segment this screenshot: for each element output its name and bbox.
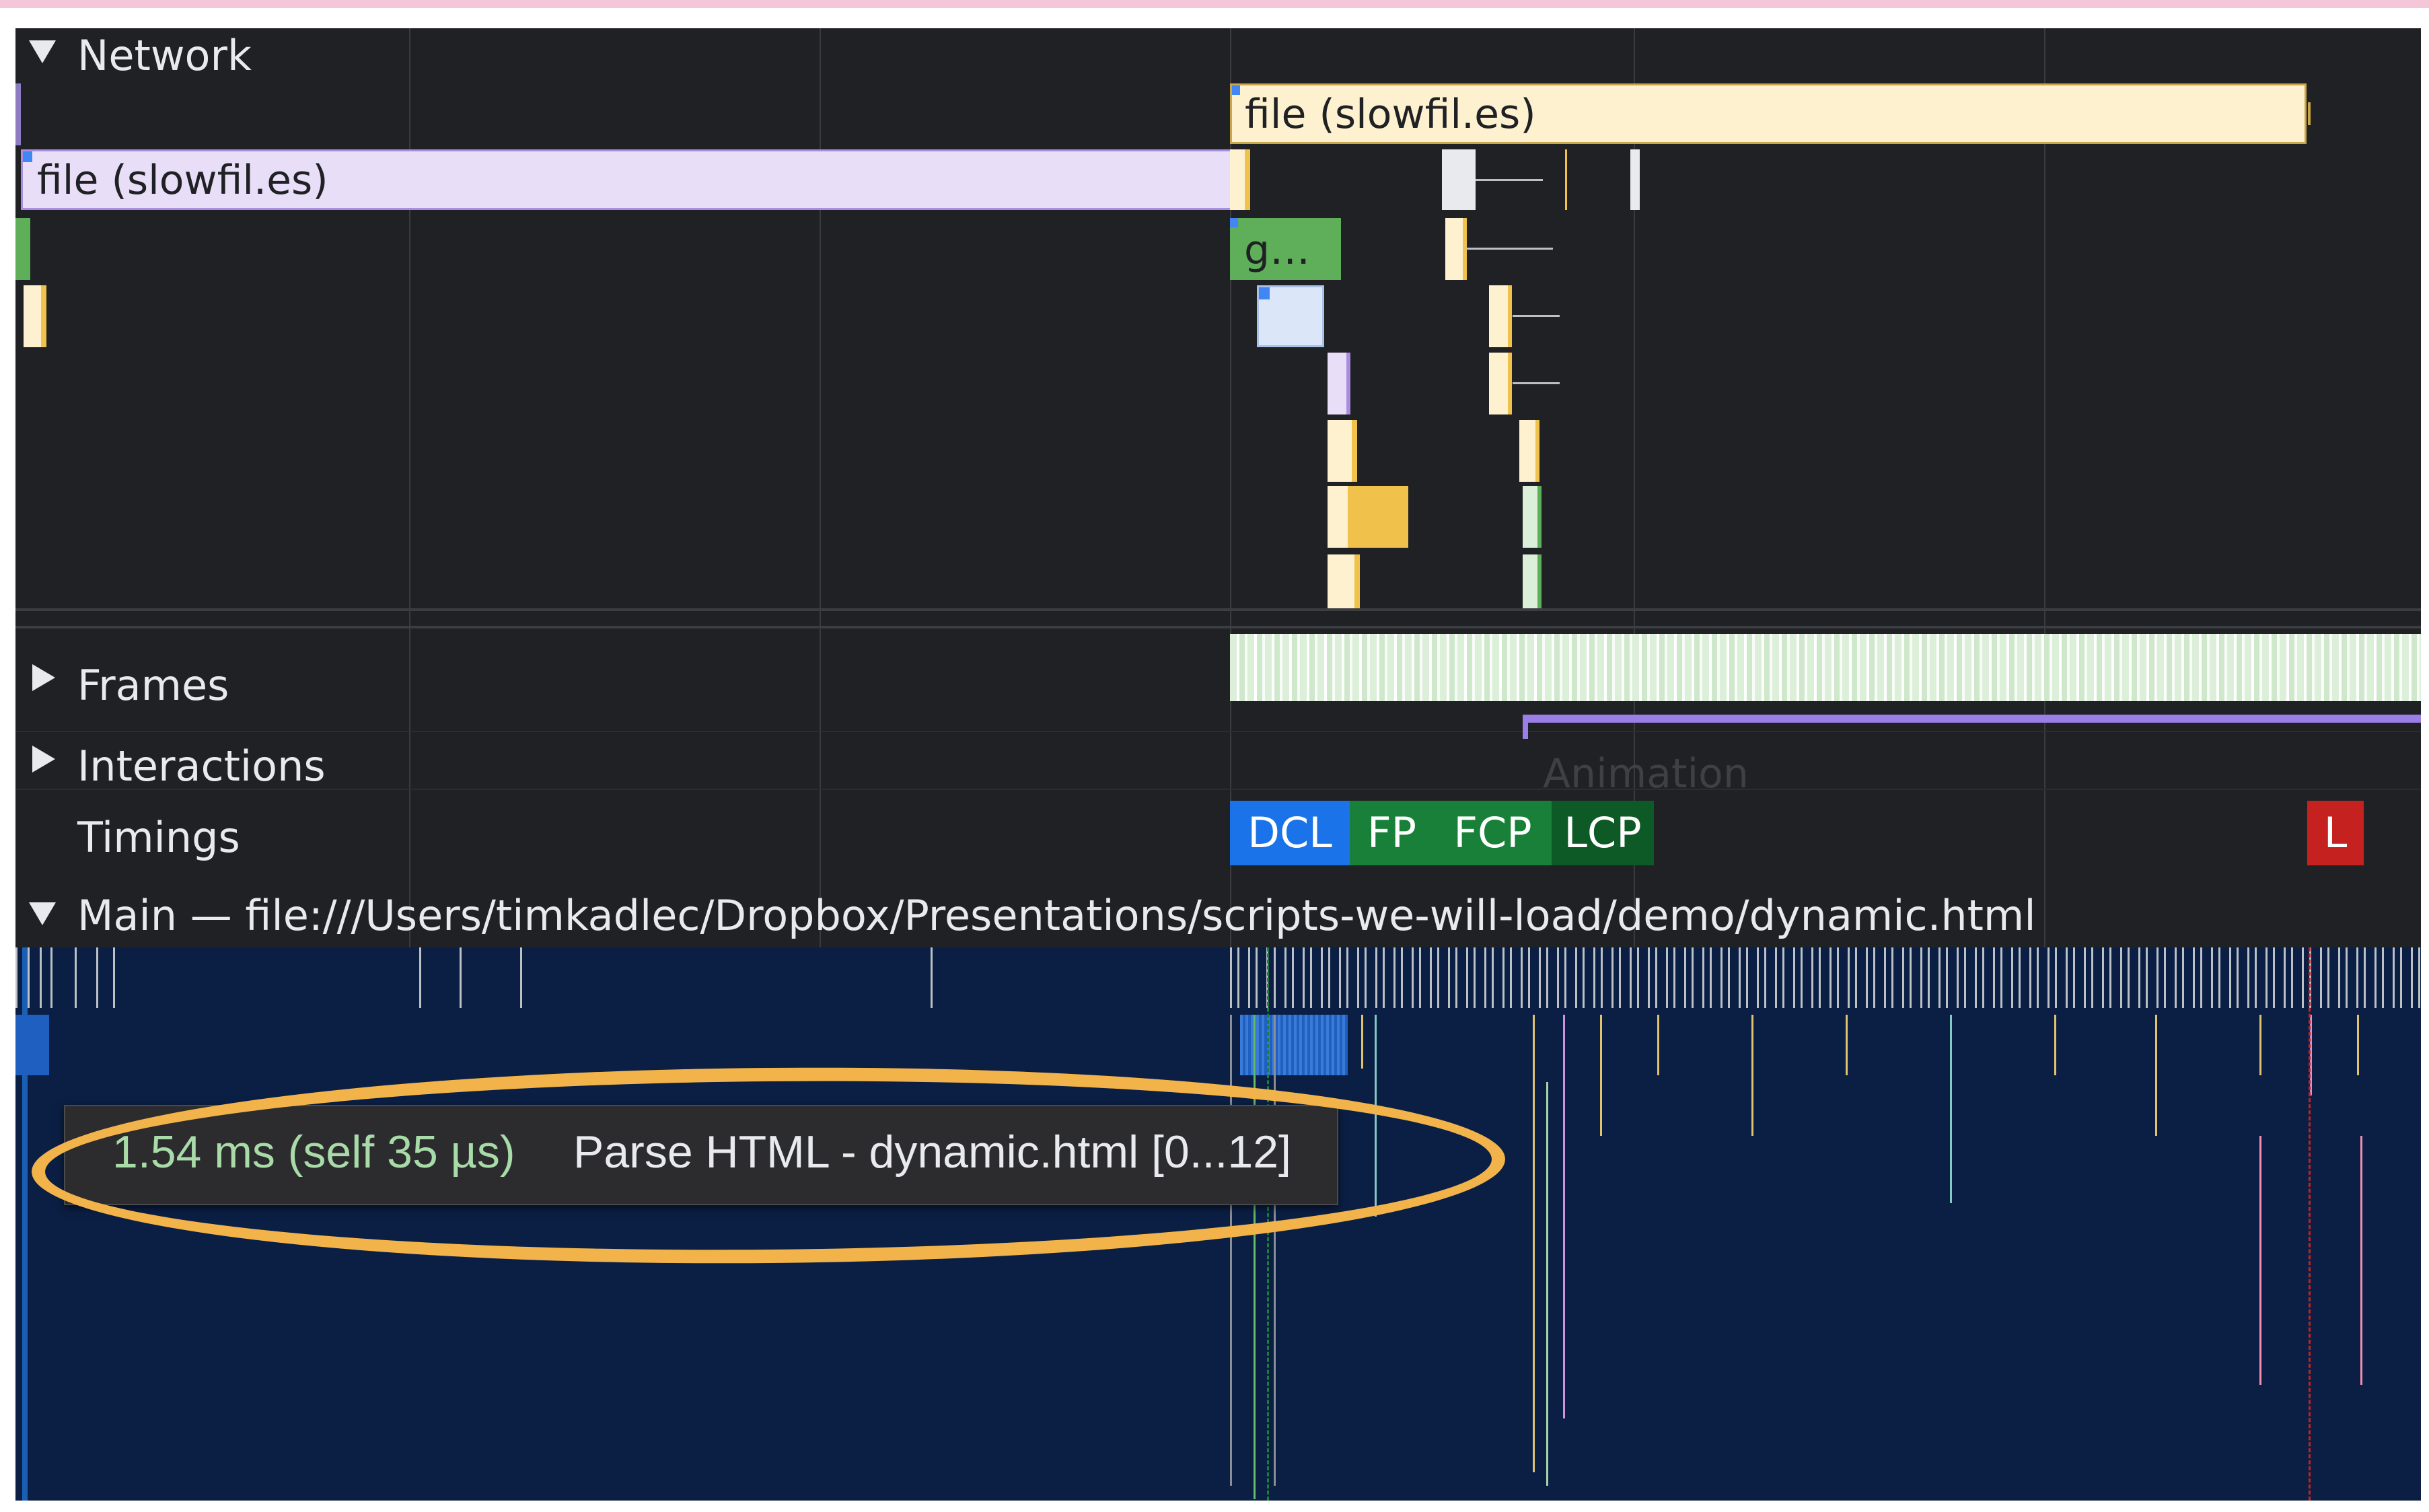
request-start-marker	[1230, 218, 1238, 227]
frames-strip[interactable]	[1230, 634, 2421, 701]
lcp-marker[interactable]: LCP	[1552, 801, 1654, 865]
request-bar-small[interactable]	[1489, 285, 1512, 347]
request-bar-small[interactable]	[1328, 486, 1408, 548]
main-track-label[interactable]: Main — file:///Users/timkadlec/Dropbox/P…	[77, 895, 2036, 937]
grid-line	[2044, 28, 2045, 964]
task-tick-row	[1230, 947, 2421, 1008]
main-track-header[interactable]	[29, 902, 56, 928]
resize-handle[interactable]	[15, 626, 2421, 628]
call-tick	[2259, 1136, 2261, 1385]
call-tick	[2259, 1015, 2261, 1075]
request-start-marker	[23, 151, 32, 162]
load-marker[interactable]: L	[2307, 801, 2364, 865]
interactions-track-label[interactable]: Interactions	[77, 746, 326, 787]
track-divider	[15, 789, 2421, 790]
task-tick	[50, 947, 52, 1008]
request-bar-small[interactable]	[1489, 353, 1512, 415]
call-tick	[1846, 1015, 1848, 1075]
animation-label: Animation	[1543, 750, 1749, 797]
interactions-track-header[interactable]	[32, 746, 55, 775]
request-bar-small[interactable]	[1630, 149, 1640, 210]
dcl-marker[interactable]: DCL	[1230, 801, 1350, 865]
track-divider	[15, 731, 2421, 732]
request-marker	[15, 83, 21, 145]
request-bar-small[interactable]	[1328, 420, 1357, 482]
top-accent-bar	[0, 0, 2429, 8]
call-tick	[1950, 1015, 1952, 1203]
task-tick	[40, 947, 42, 1008]
task-tick	[520, 947, 522, 1008]
fcp-marker[interactable]: FCP	[1434, 801, 1552, 865]
task-tick	[931, 947, 933, 1008]
network-request-label: file (slowfil.es)	[1245, 91, 1536, 138]
collapse-triangle-icon[interactable]	[29, 40, 56, 63]
load-guide-line	[2309, 947, 2311, 1501]
task-tick	[113, 947, 115, 1008]
request-marker	[15, 218, 30, 280]
collapse-triangle-icon[interactable]	[29, 902, 56, 925]
request-bar-small[interactable]	[1442, 149, 1476, 210]
request-whisker	[1465, 248, 1553, 250]
request-bar-small[interactable]	[1230, 149, 1250, 210]
performance-panel: Network file (slowfil.es) file (slowfil.…	[15, 28, 2421, 1501]
call-tick	[2155, 1015, 2157, 1136]
animation-bar[interactable]	[1523, 715, 2421, 723]
call-tick	[1546, 1082, 1548, 1486]
frames-track-header[interactable]	[32, 664, 55, 694]
request-bar-small[interactable]	[1523, 486, 1542, 548]
request-bar-small[interactable]	[1523, 554, 1542, 608]
request-bar-small[interactable]	[1328, 353, 1350, 415]
expand-triangle-icon[interactable]	[32, 664, 55, 691]
task-tick	[75, 947, 77, 1008]
call-tick	[1657, 1015, 1659, 1075]
fp-marker[interactable]: FP	[1350, 801, 1434, 865]
call-block[interactable]	[15, 1015, 49, 1075]
call-tick	[1600, 1015, 1602, 1136]
network-track-label[interactable]: Network	[77, 35, 252, 77]
task-tick	[96, 947, 98, 1008]
call-tick	[1751, 1015, 1753, 1136]
network-track-separator	[15, 608, 2421, 611]
request-whisker	[1476, 179, 1543, 181]
call-tick	[2357, 1015, 2359, 1075]
request-start-marker	[1259, 287, 1270, 299]
request-whisker	[2308, 102, 2311, 125]
request-bar-small[interactable]	[24, 285, 46, 347]
animation-bar-start	[1523, 715, 1528, 739]
request-bar-small[interactable]	[1257, 285, 1324, 347]
frames-track-label[interactable]: Frames	[77, 665, 229, 707]
request-whisker	[1513, 382, 1560, 384]
network-request-label: g…	[1244, 227, 1311, 274]
request-start-marker	[1232, 85, 1240, 95]
task-tick	[419, 947, 421, 1008]
call-tick	[1563, 1015, 1565, 1418]
expand-triangle-icon[interactable]	[32, 746, 55, 772]
timings-track-label[interactable]: Timings	[77, 817, 240, 859]
call-tick	[1533, 1015, 1535, 1472]
request-tick	[1565, 149, 1567, 210]
request-bar-small[interactable]	[1328, 554, 1360, 608]
network-request-label: file (slowfil.es)	[37, 157, 328, 204]
task-tick	[460, 947, 462, 1008]
call-tick	[2360, 1136, 2362, 1385]
request-whisker	[1513, 315, 1560, 317]
task-tick	[28, 947, 30, 1008]
call-tick	[2054, 1015, 2056, 1075]
call-block[interactable]	[1240, 1015, 1348, 1075]
task-tick	[15, 947, 17, 1008]
request-bar-small[interactable]	[1445, 218, 1467, 280]
request-bar-small[interactable]	[1519, 420, 1539, 482]
call-tick	[1361, 1015, 1363, 1069]
network-track-header[interactable]	[29, 40, 56, 66]
call-tick	[1274, 1015, 1276, 1486]
